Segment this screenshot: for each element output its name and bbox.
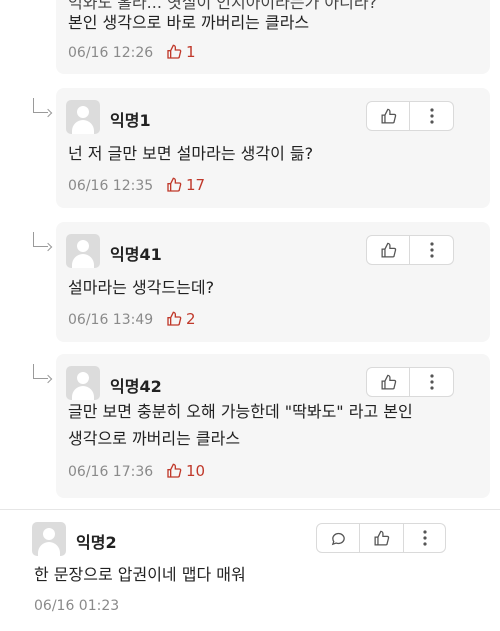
reply-arrow-icon xyxy=(33,232,48,247)
like-count[interactable]: 1 xyxy=(166,43,196,61)
more-button[interactable] xyxy=(404,523,446,553)
nickname: 익명2 xyxy=(76,533,117,552)
reply-card-1: 익명1 넌 저 글만 보면 설마라는 생각이 듦? 06/16 12:35 17 xyxy=(56,88,490,208)
comment-time: 06/16 01:23 xyxy=(34,598,120,614)
comment-text: 넌 저 글만 보면 설마라는 생각이 듦? xyxy=(68,144,314,163)
reply-card-3: 익명42 글만 보면 충분히 오해 가능한데 "딱봐도" 라고 본인 생각으로 … xyxy=(56,354,490,498)
speech-bubble-icon xyxy=(331,532,345,545)
like-button[interactable] xyxy=(366,235,410,265)
nickname: 익명42 xyxy=(110,377,162,396)
like-count[interactable]: 17 xyxy=(166,176,205,194)
more-button[interactable] xyxy=(410,235,454,265)
more-button[interactable] xyxy=(410,101,454,131)
reply-arrow-icon xyxy=(33,364,48,379)
more-vertical-icon xyxy=(422,530,427,546)
like-count-value: 10 xyxy=(186,462,206,480)
more-button[interactable] xyxy=(410,367,454,397)
more-vertical-icon xyxy=(429,242,434,258)
comment-text: 한 문장으로 압권이네 맵다 매워 xyxy=(34,565,246,584)
comment-text: 설마라는 생각드는데? xyxy=(68,278,215,297)
nickname: 익명41 xyxy=(110,245,162,264)
avatar xyxy=(66,100,100,134)
thumbs-up-icon xyxy=(167,44,182,59)
comment-text-line2: 본인 생각으로 바로 까버리는 클라스 xyxy=(68,13,310,32)
avatar xyxy=(66,234,100,268)
like-button[interactable] xyxy=(360,523,404,553)
like-count[interactable]: 2 xyxy=(166,310,196,328)
reply-card-top: 억와도 홀라... 엿실이 인지아이라는가 아니라? 본인 생각으로 바로 까버… xyxy=(56,0,490,74)
avatar xyxy=(32,522,66,556)
more-vertical-icon xyxy=(429,374,434,390)
like-count[interactable]: 10 xyxy=(166,462,205,480)
like-button[interactable] xyxy=(366,101,410,131)
comment-item: 익명2 한 문장으로 압권이네 맵다 매워 06/16 01:23 xyxy=(0,510,500,631)
reply-button[interactable] xyxy=(316,523,360,553)
thumbs-up-icon xyxy=(380,108,396,124)
like-button[interactable] xyxy=(366,367,410,397)
reply-card-2: 익명41 설마라는 생각드는데? 06/16 13:49 2 xyxy=(56,222,490,342)
comment-time: 06/16 12:35 xyxy=(68,178,154,194)
thumbs-up-icon xyxy=(380,374,396,390)
comment-time: 06/16 13:49 xyxy=(68,312,154,328)
nickname: 익명1 xyxy=(110,111,151,130)
thumbs-up-icon xyxy=(374,530,390,546)
comment-text-line2: 생각으로 까버리는 클라스 xyxy=(68,429,241,448)
thumbs-up-icon xyxy=(380,242,396,258)
thumbs-up-icon xyxy=(167,177,182,192)
comment-time: 06/16 17:36 xyxy=(68,464,154,480)
avatar xyxy=(66,366,100,400)
more-vertical-icon xyxy=(429,108,434,124)
thumbs-up-icon xyxy=(167,463,182,478)
comment-time: 06/16 12:26 xyxy=(68,45,154,61)
like-count-value: 1 xyxy=(186,43,196,61)
comment-text-line1: 글만 보면 충분히 오해 가능한데 "딱봐도" 라고 본인 xyxy=(68,402,413,421)
like-count-value: 17 xyxy=(186,176,206,194)
reply-arrow-icon xyxy=(33,98,48,113)
like-count-value: 2 xyxy=(186,310,196,328)
thumbs-up-icon xyxy=(167,311,182,326)
